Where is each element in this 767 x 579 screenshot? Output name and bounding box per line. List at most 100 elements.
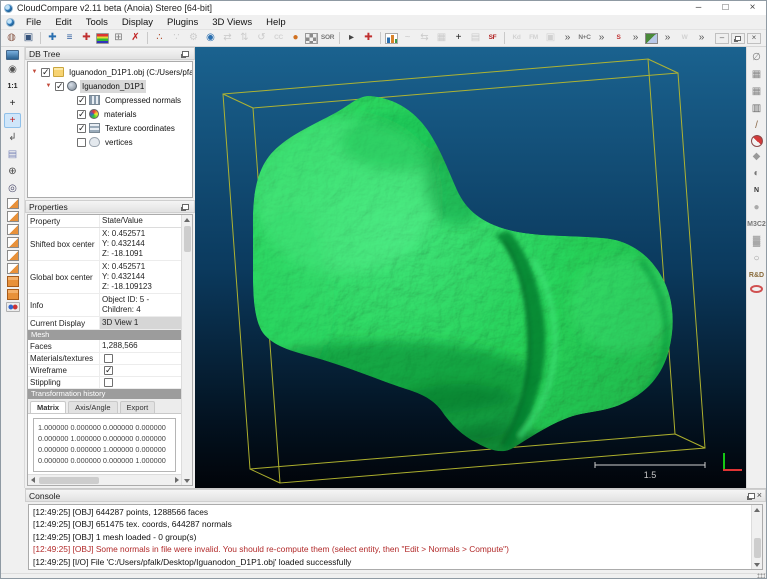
properties-list-icon[interactable]: ≡ xyxy=(62,31,77,46)
delete-icon[interactable]: ✗ xyxy=(128,31,143,46)
tree-item[interactable]: Texture coordinates xyxy=(28,121,192,135)
wireframe-checkbox[interactable] xyxy=(104,366,113,375)
bell-icon[interactable]: ● xyxy=(288,31,303,46)
image-plugin-2-icon[interactable]: ▦ xyxy=(748,84,765,99)
stereo-mode-icon[interactable] xyxy=(6,302,20,312)
tree-item[interactable]: vertices xyxy=(28,135,192,149)
back-iso-view-icon[interactable] xyxy=(7,289,19,300)
zoom-1-1-icon[interactable]: 1:1 xyxy=(4,79,21,94)
s-plugin-icon[interactable]: S xyxy=(611,31,626,46)
compass-plugin-icon[interactable] xyxy=(751,135,763,147)
visibility-checkbox[interactable] xyxy=(77,124,86,133)
menu-item[interactable]: Edit xyxy=(48,15,78,30)
menu-item[interactable]: 3D Views xyxy=(205,15,259,30)
translate-rotate-icon[interactable]: ✚ xyxy=(45,31,60,46)
ellipser-plugin-icon[interactable] xyxy=(750,285,763,293)
tree-item[interactable]: materials xyxy=(28,107,192,121)
menu-item[interactable]: Display xyxy=(115,15,160,30)
left-view-icon[interactable] xyxy=(7,224,19,235)
visibility-checkbox[interactable] xyxy=(77,110,86,119)
visibility-checkbox[interactable] xyxy=(55,82,64,91)
rotation-axis-icon[interactable]: ↲ xyxy=(4,130,21,145)
toolbar-separator[interactable] xyxy=(40,32,41,44)
top-view-icon[interactable] xyxy=(7,263,19,274)
chevron-more-icon[interactable]: » xyxy=(594,31,609,46)
visibility-checkbox[interactable] xyxy=(77,96,86,105)
float-panel-icon[interactable] xyxy=(182,51,189,57)
resize-grip[interactable] xyxy=(757,573,765,579)
pivot-toggle-icon[interactable]: + xyxy=(4,113,21,128)
pcl-plugin-icon[interactable]: ● xyxy=(748,200,765,215)
hough-normals-icon[interactable]: ◐ xyxy=(748,166,765,181)
histogram-icon[interactable] xyxy=(385,33,398,44)
front-view-icon[interactable] xyxy=(7,211,19,222)
mdi-minimize-button[interactable]: – xyxy=(715,33,729,44)
toolbar-separator[interactable] xyxy=(380,32,381,44)
materials-checkbox[interactable] xyxy=(104,354,113,363)
grid-icon[interactable]: ▦ xyxy=(434,31,449,46)
display-settings-icon[interactable] xyxy=(6,50,19,60)
tab-axis-angle[interactable]: Axis/Angle xyxy=(68,401,117,413)
visibility-checkbox[interactable] xyxy=(41,68,50,77)
tree-item[interactable]: Compressed normals xyxy=(28,93,192,107)
no-entry-icon[interactable]: ∅ xyxy=(748,50,765,65)
horizontal-scrollbar[interactable] xyxy=(28,474,181,485)
scalar-field-icon[interactable]: SF xyxy=(485,31,500,46)
sor-filter-icon[interactable]: SOR xyxy=(320,31,335,46)
camera-icon[interactable]: ▣ xyxy=(543,31,558,46)
expand-arrow-icon[interactable]: ▼ xyxy=(44,83,53,89)
stippling-checkbox[interactable] xyxy=(104,378,113,387)
wof-plugin-icon[interactable]: W xyxy=(677,31,692,46)
open-icon[interactable]: ◍ xyxy=(4,31,19,46)
float-panel-icon[interactable] xyxy=(182,204,189,210)
chevron-more-icon[interactable]: » xyxy=(694,31,709,46)
add-scalar-icon[interactable]: + xyxy=(451,31,466,46)
curve-fit-icon[interactable]: ~ xyxy=(400,31,415,46)
screenshot-icon[interactable]: ◉ xyxy=(4,62,21,77)
current-display-select[interactable]: 3D View 1 xyxy=(100,317,181,329)
animation-plugin-icon[interactable]: ▥ xyxy=(748,101,765,116)
point-list-picking-icon[interactable]: ∵ xyxy=(169,31,184,46)
expand-arrow-icon[interactable]: ▼ xyxy=(30,69,39,75)
calculator-icon[interactable]: ▤ xyxy=(468,31,483,46)
poisson-plugin-icon[interactable]: ○ xyxy=(748,251,765,266)
back-view-icon[interactable] xyxy=(7,237,19,248)
pick-arrow-icon[interactable]: ▸ xyxy=(344,31,359,46)
float-panel-icon[interactable] xyxy=(748,493,755,499)
minmax-arrows-icon[interactable]: ⇆ xyxy=(417,31,432,46)
tree-item[interactable]: ▼ Iguanodon_D1P1.obj (C:/Users/pfalk/... xyxy=(28,65,192,79)
console-scrollbar[interactable] xyxy=(751,505,762,569)
bookshelf-icon[interactable]: ▤ xyxy=(4,147,21,162)
menu-item[interactable]: Tools xyxy=(79,15,115,30)
toolbar-separator[interactable] xyxy=(504,32,505,44)
zoom-in-selection-icon[interactable]: ⊕ xyxy=(4,164,21,179)
mdi-close-button[interactable]: × xyxy=(747,33,761,44)
image-plugin-icon[interactable]: ▦ xyxy=(748,67,765,82)
link-icon[interactable]: ⊞ xyxy=(111,31,126,46)
minimize-button[interactable]: – xyxy=(685,1,712,15)
point-picking-icon[interactable]: ∴ xyxy=(152,31,167,46)
visibility-checkbox[interactable] xyxy=(77,138,86,147)
3d-viewport[interactable]: 1.5 xyxy=(195,47,746,488)
global-zoom-icon[interactable]: ◎ xyxy=(4,181,21,196)
front-iso-view-icon[interactable] xyxy=(7,276,19,287)
merge-icon[interactable]: ✚ xyxy=(79,31,94,46)
level-icon[interactable]: ↺ xyxy=(254,31,269,46)
tab-export[interactable]: Export xyxy=(120,401,156,413)
kd-tree-icon[interactable]: Kd xyxy=(509,31,524,46)
normals-compute-icon[interactable]: N+C xyxy=(577,31,592,46)
toolbar-separator[interactable] xyxy=(339,32,340,44)
csf-plugin-icon[interactable]: ▓ xyxy=(748,234,765,249)
rotate-entity-icon[interactable]: ✚ xyxy=(361,31,376,46)
m3c2-plugin-icon[interactable]: M3C2 xyxy=(748,217,765,232)
broom-plugin-icon[interactable]: / xyxy=(748,118,765,133)
pick-center-icon[interactable]: + xyxy=(4,96,21,111)
chevron-more-icon[interactable]: » xyxy=(660,31,675,46)
menu-item[interactable]: Plugins xyxy=(160,15,205,30)
facets-plugin-icon[interactable]: ◆ xyxy=(748,149,765,164)
save-icon[interactable]: ▣ xyxy=(21,31,36,46)
cc-plugin-icon[interactable]: CC xyxy=(271,31,286,46)
right-view-icon[interactable] xyxy=(7,250,19,261)
close-panel-icon[interactable]: × xyxy=(757,491,762,500)
close-button[interactable]: × xyxy=(739,1,766,15)
